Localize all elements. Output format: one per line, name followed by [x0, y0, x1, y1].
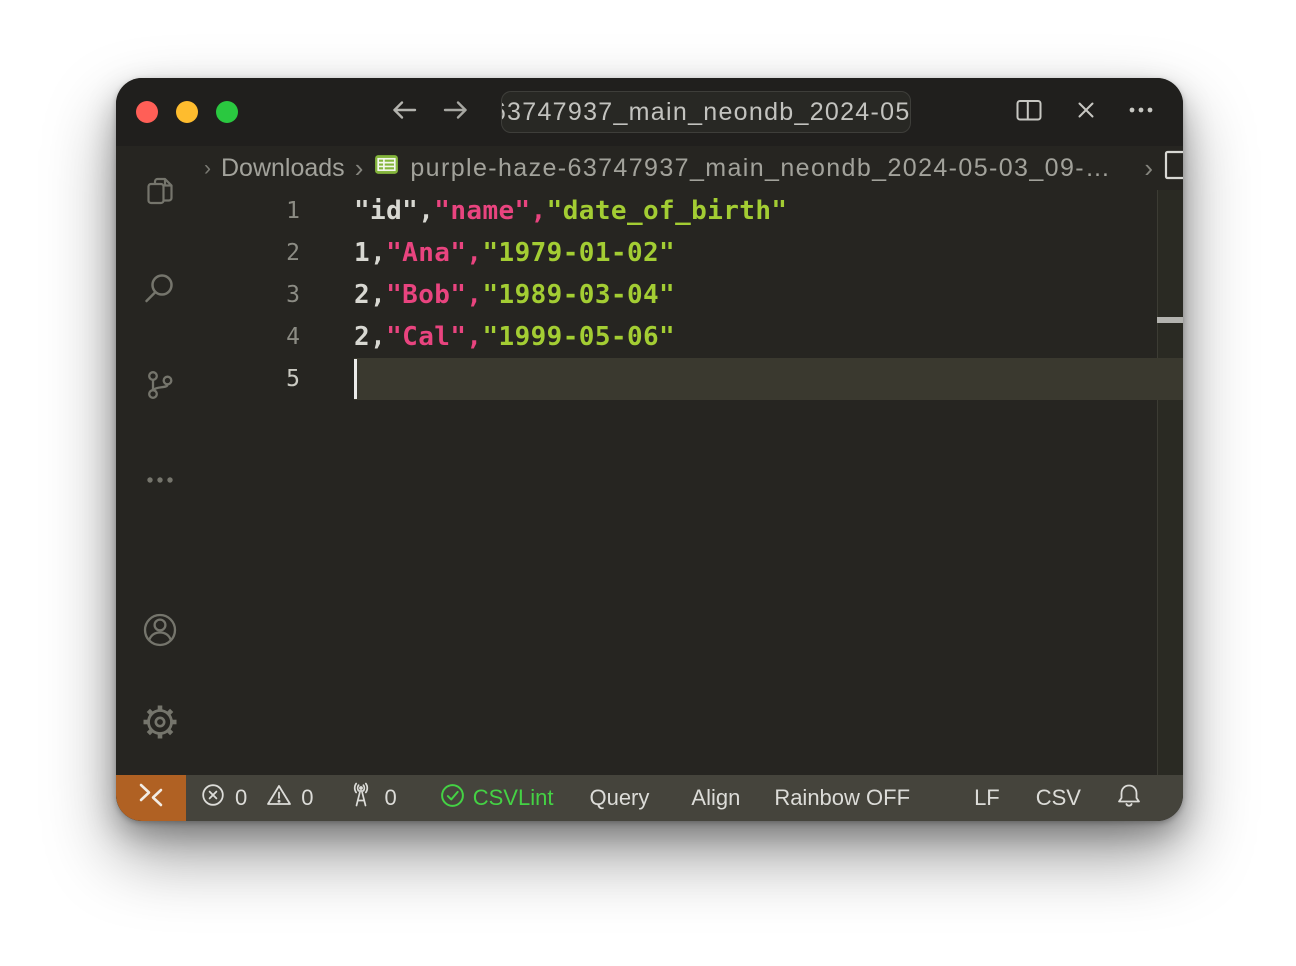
- line-number[interactable]: 1: [204, 198, 300, 224]
- csv-file-icon: [373, 151, 400, 185]
- rainbow-status[interactable]: Rainbow OFF: [774, 785, 910, 811]
- command-center-title[interactable]: 63747937_main_neondb_2024-05-: [501, 91, 911, 133]
- code-line: [300, 359, 357, 399]
- csvlint-label: CSVLint: [473, 785, 554, 811]
- breadcrumb-root-chevron-icon[interactable]: ›: [204, 158, 211, 179]
- csvlint-status[interactable]: CSVLint: [439, 782, 554, 815]
- notifications-status[interactable]: [1115, 781, 1143, 815]
- editor-pane[interactable]: 1"id","name","date_of_birth"21,"Ana","19…: [204, 190, 1183, 775]
- code-row[interactable]: 5: [204, 358, 1183, 400]
- radio-tower-icon: [346, 780, 376, 816]
- code-row[interactable]: 42,"Cal","1999-05-06": [204, 316, 1183, 358]
- split-editor-icon[interactable]: [1013, 94, 1045, 131]
- error-icon: [200, 782, 226, 814]
- query-label: Query: [589, 785, 649, 811]
- code-row[interactable]: 32,"Bob","1989-03-04": [204, 274, 1183, 316]
- line-number[interactable]: 2: [204, 240, 300, 266]
- text-cursor: [354, 359, 357, 399]
- code-line: 1,"Ana","1979-01-02": [300, 238, 675, 268]
- query-status[interactable]: Query: [589, 785, 649, 811]
- warning-count: 0: [301, 785, 313, 811]
- bell-icon: [1115, 781, 1143, 815]
- check-circle-icon: [439, 782, 466, 815]
- line-number[interactable]: 3: [204, 282, 300, 308]
- editor-lines: 1"id","name","date_of_birth"21,"Ana","19…: [204, 190, 1183, 400]
- search-icon[interactable]: [142, 270, 178, 306]
- align-status[interactable]: Align: [691, 785, 740, 811]
- breadcrumb-file[interactable]: purple-haze-63747937_main_neondb_2024-05…: [410, 154, 1111, 183]
- problems-status[interactable]: 0 0: [200, 782, 314, 814]
- settings-gear-icon[interactable]: [139, 701, 181, 743]
- activity-bar: 1: [116, 146, 204, 775]
- breadcrumb: › Downloads › purple-haze-63747937_main_…: [204, 146, 1183, 190]
- code-line: 2,"Cal","1999-05-06": [300, 322, 675, 352]
- breadcrumb-symbol-icon[interactable]: [1163, 150, 1183, 187]
- close-window-button[interactable]: [136, 101, 158, 123]
- align-label: Align: [691, 785, 740, 811]
- scrollbar-handle[interactable]: [1157, 317, 1183, 323]
- code-row[interactable]: 21,"Ana","1979-01-02": [204, 232, 1183, 274]
- ports-count: 0: [385, 785, 397, 811]
- remote-icon: [136, 780, 166, 816]
- forward-icon[interactable]: [440, 94, 472, 131]
- back-icon[interactable]: [388, 94, 420, 131]
- error-count: 0: [235, 785, 247, 811]
- rainbow-label: Rainbow OFF: [774, 785, 910, 811]
- minimize-window-button[interactable]: [176, 101, 198, 123]
- window-title: 63747937_main_neondb_2024-05-: [501, 98, 911, 127]
- language-label: CSV: [1036, 785, 1081, 811]
- status-bar: 0 0: [116, 775, 1183, 821]
- eol-label: LF: [974, 785, 1000, 811]
- code-line: 2,"Bob","1989-03-04": [300, 280, 675, 310]
- code-row[interactable]: 1"id","name","date_of_birth": [204, 190, 1183, 232]
- explorer-icon[interactable]: [143, 174, 177, 208]
- zoom-window-button[interactable]: [216, 101, 238, 123]
- chevron-right-icon: ›: [355, 155, 364, 181]
- traffic-lights: [136, 78, 238, 146]
- vscode-window: 63747937_main_neondb_2024-05- › Downlo: [116, 78, 1183, 821]
- account-icon[interactable]: [140, 610, 180, 650]
- line-number[interactable]: 5: [204, 366, 300, 392]
- more-actions-icon[interactable]: [1127, 96, 1155, 129]
- warning-icon: [266, 782, 292, 814]
- chevron-right-icon: ›: [1144, 155, 1153, 181]
- breadcrumb-folder[interactable]: Downloads: [221, 154, 345, 183]
- language-mode-status[interactable]: CSV: [1036, 785, 1081, 811]
- code-line: "id","name","date_of_birth": [300, 196, 787, 226]
- source-control-icon[interactable]: [142, 367, 178, 403]
- ports-status[interactable]: 0: [346, 780, 397, 816]
- eol-status[interactable]: LF: [974, 785, 1000, 811]
- close-icon[interactable]: [1072, 96, 1100, 129]
- more-views-icon[interactable]: [143, 463, 177, 497]
- remote-indicator[interactable]: [116, 775, 186, 821]
- line-number[interactable]: 4: [204, 324, 300, 350]
- title-bar: 63747937_main_neondb_2024-05-: [116, 78, 1183, 146]
